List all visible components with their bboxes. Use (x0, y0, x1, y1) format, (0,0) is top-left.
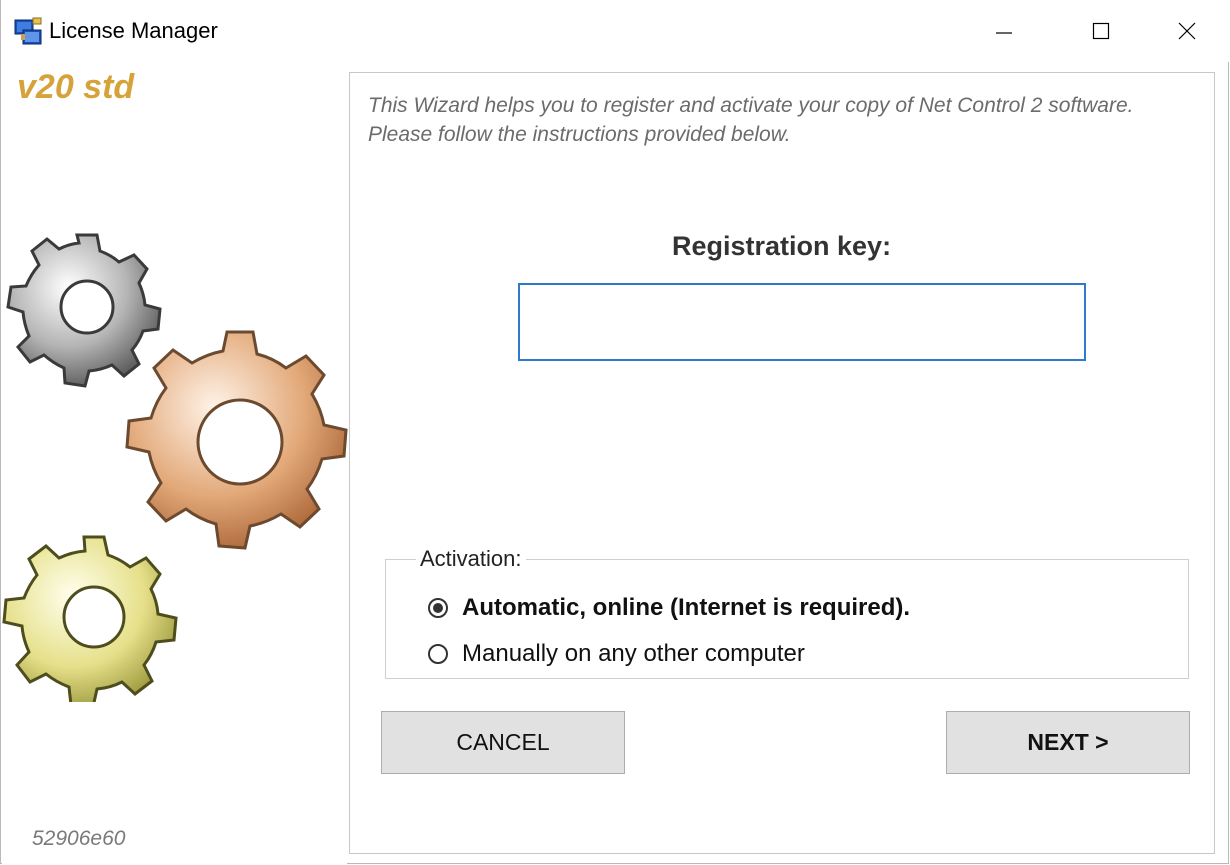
cancel-button[interactable]: CANCEL (381, 711, 625, 774)
gear-bronze-icon (125, 330, 348, 550)
title-bar: License Manager (1, 0, 1230, 62)
close-icon (1178, 22, 1196, 40)
close-button[interactable] (1144, 0, 1230, 62)
registration-key-label: Registration key: (672, 231, 892, 261)
radio-manual-label: Manually on any other computer (462, 640, 805, 667)
radio-automatic-label: Automatic, online (Internet is required)… (462, 594, 911, 621)
version-label: v20 std (17, 68, 135, 106)
radio-unselected-icon (428, 644, 448, 664)
intro-line-2: Please follow the instructions provided … (368, 123, 791, 146)
gears-illustration (2, 233, 348, 702)
gear-yellow-icon (2, 535, 178, 702)
maximize-icon (1092, 22, 1110, 40)
maximize-button[interactable] (1058, 0, 1144, 62)
license-manager-window: License Manager v20 std 52906e60 This Wi… (0, 0, 1230, 864)
next-button[interactable]: NEXT > (946, 711, 1190, 774)
wizard-panel: This Wizard helps you to register and ac… (349, 72, 1215, 854)
app-icon (14, 17, 42, 45)
radio-manual[interactable]: Manually on any other computer (428, 640, 805, 668)
sidebar: v20 std 52906e60 (2, 62, 348, 864)
registration-key-input[interactable] (518, 283, 1086, 361)
radio-selected-icon (428, 598, 448, 618)
minimize-button[interactable] (961, 0, 1047, 62)
activation-legend: Activation: (416, 546, 526, 572)
minimize-icon (996, 32, 1012, 34)
window-title: License Manager (49, 18, 218, 43)
activation-group: Activation: Automatic, online (Internet … (385, 546, 1189, 679)
build-hash: 52906e60 (32, 827, 126, 850)
intro-line-1: This Wizard helps you to register and ac… (368, 94, 1134, 117)
radio-automatic-online[interactable]: Automatic, online (Internet is required)… (428, 594, 910, 622)
gear-gray-icon (6, 233, 162, 388)
intro-text: This Wizard helps you to register and ac… (368, 91, 1213, 149)
